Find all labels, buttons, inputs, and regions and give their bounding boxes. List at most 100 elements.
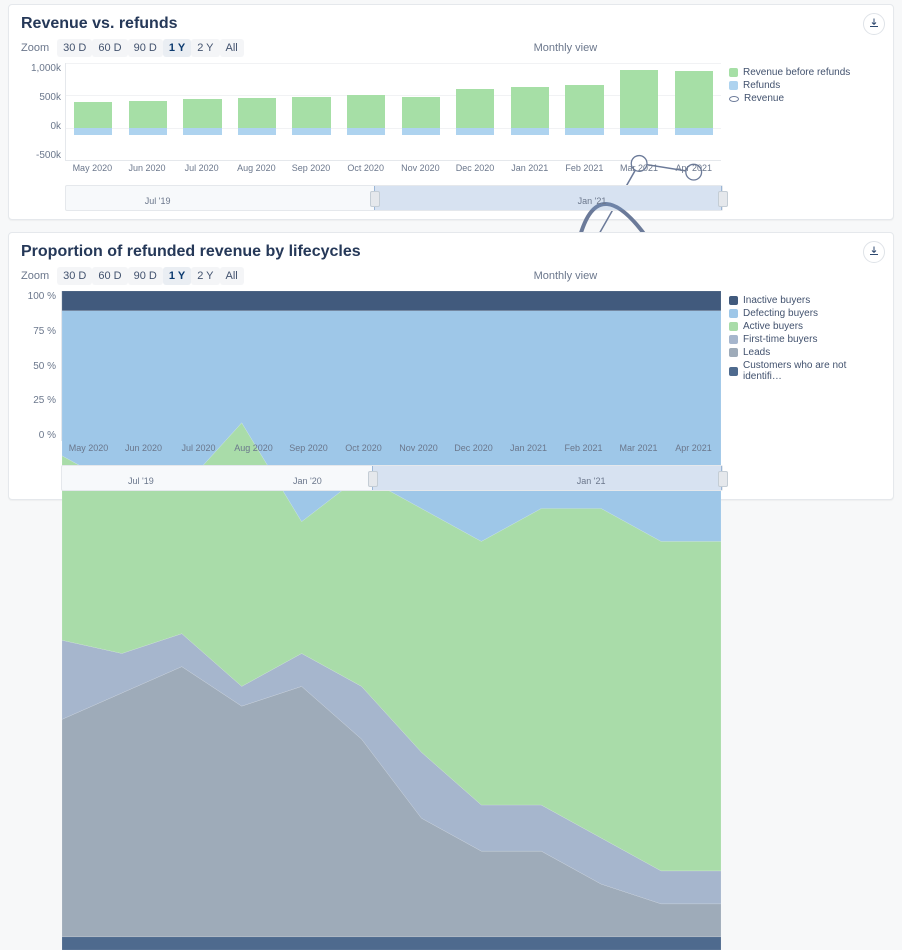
x-tick: Apr 2021 bbox=[666, 441, 721, 459]
navigator-tick: Jan '21 bbox=[578, 196, 607, 206]
x-tick: Jan 2021 bbox=[501, 441, 556, 459]
legend-item[interactable]: Revenue bbox=[729, 93, 881, 104]
plot-area bbox=[61, 291, 721, 441]
x-tick: Dec 2020 bbox=[446, 441, 501, 459]
legend-label: Defecting buyers bbox=[743, 308, 818, 319]
x-tick: Dec 2020 bbox=[448, 161, 503, 179]
zoom-option-60d[interactable]: 60 D bbox=[92, 267, 127, 285]
zoom-option-2y[interactable]: 2 Y bbox=[191, 39, 219, 57]
legend-label: Inactive buyers bbox=[743, 295, 810, 306]
x-tick: Jan 2021 bbox=[502, 161, 557, 179]
legend-label: Active buyers bbox=[743, 321, 803, 332]
x-tick: Mar 2021 bbox=[611, 441, 666, 459]
x-tick: Jul 2020 bbox=[174, 161, 229, 179]
legend-item[interactable]: Defecting buyers bbox=[729, 308, 881, 319]
x-tick: Apr 2021 bbox=[666, 161, 721, 179]
navigator-handle-right[interactable] bbox=[718, 471, 728, 487]
card-refunded-by-lifecycle: Proportion of refunded revenue by lifecy… bbox=[8, 232, 894, 500]
area-series[interactable] bbox=[62, 291, 721, 311]
legend-swatch-icon bbox=[729, 68, 738, 77]
legend-label: First-time buyers bbox=[743, 334, 817, 345]
zoom-option-60d[interactable]: 60 D bbox=[92, 39, 127, 57]
navigator-tick: Jul '19 bbox=[128, 476, 154, 486]
x-tick: Mar 2021 bbox=[612, 161, 667, 179]
zoom-option-2y[interactable]: 2 Y bbox=[191, 267, 219, 285]
legend-item[interactable]: Inactive buyers bbox=[729, 295, 881, 306]
legend-swatch-icon bbox=[729, 335, 738, 344]
navigator-selection[interactable] bbox=[374, 186, 722, 210]
download-button[interactable] bbox=[863, 13, 885, 35]
range-navigator[interactable]: Jul '19Jan '20Jan '21 bbox=[61, 465, 723, 491]
card-title: Proportion of refunded revenue by lifecy… bbox=[21, 243, 881, 261]
x-tick: May 2020 bbox=[65, 161, 120, 179]
legend-item[interactable]: First-time buyers bbox=[729, 334, 881, 345]
y-axis: 1,000k500k0k-500k bbox=[21, 63, 65, 161]
y-tick: 1,000k bbox=[31, 63, 61, 74]
download-button[interactable] bbox=[863, 241, 885, 263]
legend-label: Customers who are not identifi… bbox=[743, 360, 881, 382]
legend-line-icon bbox=[729, 96, 739, 102]
y-tick: -500k bbox=[36, 150, 61, 161]
y-tick: 0 % bbox=[39, 430, 56, 441]
x-tick: Nov 2020 bbox=[393, 161, 448, 179]
zoom-option-all[interactable]: All bbox=[220, 39, 244, 57]
y-tick: 50 % bbox=[33, 361, 56, 372]
area-series[interactable] bbox=[62, 937, 721, 950]
zoom-option-1y[interactable]: 1 Y bbox=[163, 39, 191, 57]
legend-label: Revenue bbox=[744, 93, 784, 104]
navigator-tick: Jan '20 bbox=[293, 476, 322, 486]
legend: Revenue before refunds Refunds Revenue bbox=[729, 67, 881, 106]
legend-item[interactable]: Customers who are not identifi… bbox=[729, 360, 881, 382]
x-tick: Sep 2020 bbox=[281, 441, 336, 459]
view-mode-label: Monthly view bbox=[534, 270, 598, 282]
navigator-handle-left[interactable] bbox=[368, 471, 378, 487]
navigator-handle-right[interactable] bbox=[718, 191, 728, 207]
legend-swatch-icon bbox=[729, 81, 738, 90]
legend-item[interactable]: Active buyers bbox=[729, 321, 881, 332]
zoom-label: Zoom bbox=[21, 42, 49, 54]
range-navigator[interactable]: Jul '19 Jan '21 bbox=[65, 185, 723, 211]
x-tick: Jun 2020 bbox=[116, 441, 171, 459]
legend-item[interactable]: Leads bbox=[729, 347, 881, 358]
zoom-option-30d[interactable]: 30 D bbox=[57, 39, 92, 57]
legend-swatch-icon bbox=[729, 322, 738, 331]
card-revenue-vs-refunds: Revenue vs. refunds Zoom 30 D60 D90 D1 Y… bbox=[8, 4, 894, 220]
legend-item[interactable]: Refunds bbox=[729, 80, 881, 91]
x-tick: Oct 2020 bbox=[336, 441, 391, 459]
zoom-option-90d[interactable]: 90 D bbox=[128, 267, 163, 285]
x-tick: Aug 2020 bbox=[229, 161, 284, 179]
legend-swatch-icon bbox=[729, 348, 738, 357]
legend-label: Leads bbox=[743, 347, 770, 358]
x-tick: Nov 2020 bbox=[391, 441, 446, 459]
zoom-toolbar: Zoom 30 D60 D90 D1 Y2 YAll Monthly view bbox=[21, 267, 881, 285]
navigator-tick: Jul '19 bbox=[145, 196, 171, 206]
zoom-option-1y[interactable]: 1 Y bbox=[163, 267, 191, 285]
plot-area bbox=[65, 63, 721, 161]
x-axis: May 2020Jun 2020Jul 2020Aug 2020Sep 2020… bbox=[65, 161, 721, 179]
x-tick: Feb 2021 bbox=[556, 441, 611, 459]
zoom-label: Zoom bbox=[21, 270, 49, 282]
x-tick: Sep 2020 bbox=[284, 161, 339, 179]
x-tick: Aug 2020 bbox=[226, 441, 281, 459]
x-tick: May 2020 bbox=[61, 441, 116, 459]
legend-label: Refunds bbox=[743, 80, 780, 91]
card-title: Revenue vs. refunds bbox=[21, 15, 881, 33]
navigator-selection[interactable] bbox=[372, 466, 722, 490]
zoom-option-90d[interactable]: 90 D bbox=[128, 39, 163, 57]
legend-swatch-icon bbox=[729, 367, 738, 376]
navigator-handle-left[interactable] bbox=[370, 191, 380, 207]
download-icon bbox=[868, 245, 880, 260]
legend-swatch-icon bbox=[729, 309, 738, 318]
legend-label: Revenue before refunds bbox=[743, 67, 850, 78]
x-tick: Jul 2020 bbox=[171, 441, 226, 459]
download-icon bbox=[868, 17, 880, 32]
y-tick: 25 % bbox=[33, 395, 56, 406]
x-tick: Oct 2020 bbox=[338, 161, 393, 179]
x-tick: Jun 2020 bbox=[120, 161, 175, 179]
legend-item[interactable]: Revenue before refunds bbox=[729, 67, 881, 78]
zoom-option-all[interactable]: All bbox=[220, 267, 244, 285]
y-axis: 100 %75 %50 %25 %0 % bbox=[21, 291, 59, 441]
zoom-option-30d[interactable]: 30 D bbox=[57, 267, 92, 285]
x-axis: May 2020Jun 2020Jul 2020Aug 2020Sep 2020… bbox=[61, 441, 721, 459]
view-mode-label: Monthly view bbox=[534, 42, 598, 54]
